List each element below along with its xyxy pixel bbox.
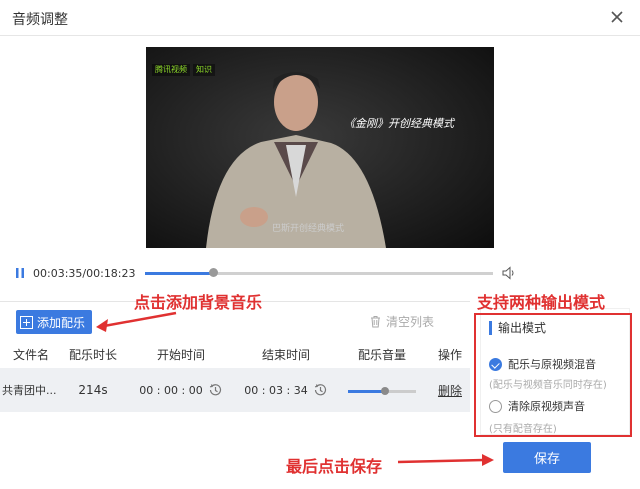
close-icon[interactable]	[606, 6, 628, 28]
header-filename: 文件名	[12, 347, 49, 362]
save-button[interactable]: 保存	[503, 442, 591, 473]
header-start: 开始时间	[156, 347, 205, 362]
row-start-time: 00 : 00 : 00	[139, 383, 203, 397]
annotation-highlight-box	[474, 313, 632, 437]
header-duration: 配乐时长	[68, 347, 117, 362]
delete-link[interactable]: 删除	[438, 384, 462, 398]
window-title: 音频调整	[12, 12, 68, 28]
history-icon[interactable]	[312, 382, 328, 398]
annotation-output-modes: 支持两种输出模式	[477, 293, 606, 312]
volume-icon[interactable]	[501, 265, 517, 281]
header-action: 操作	[437, 347, 462, 362]
playback-bar: 00:03:35/00:18:23	[0, 262, 640, 286]
header-volume: 配乐音量	[357, 347, 406, 362]
seek-progress	[145, 272, 213, 275]
add-music-button[interactable]: 添加配乐	[16, 310, 92, 334]
row-duration: 214s	[78, 383, 108, 397]
playback-time: 00:03:35/00:18:23	[33, 267, 136, 280]
clear-list-label: 清空列表	[386, 315, 435, 329]
table-header: 文件名 配乐时长 开始时间 结束时间 配乐音量 操作	[0, 343, 470, 365]
end-time-field[interactable]: 00 : 03 : 34	[244, 382, 327, 398]
row-filename: 共青团中...	[2, 384, 57, 397]
video-overlay-title: 《金刚》开创经典模式	[344, 117, 454, 130]
plus-icon	[20, 315, 33, 329]
video-frame	[146, 47, 494, 248]
volume-fill	[348, 389, 386, 393]
watermark-brand: 腾讯视频	[152, 64, 190, 76]
video-watermark: 腾讯视频 知识	[152, 64, 215, 76]
pause-icon[interactable]	[14, 267, 26, 279]
seek-bar[interactable]	[145, 272, 493, 275]
start-time-field[interactable]: 00 : 00 : 00	[139, 382, 222, 398]
row-end-time: 00 : 03 : 34	[244, 383, 308, 397]
music-table: 文件名 配乐时长 开始时间 结束时间 配乐音量 操作 共青团中... 214s …	[0, 343, 470, 412]
video-preview[interactable]: 腾讯视频 知识 《金刚》开创经典模式 巴斯开创经典模式	[146, 47, 494, 248]
history-icon[interactable]	[207, 382, 223, 398]
annotation-add-music: 点击添加背景音乐	[134, 293, 263, 312]
annotation-save: 最后点击保存	[286, 457, 383, 476]
video-subtitle: 巴斯开创经典模式	[272, 224, 345, 234]
clear-list-button[interactable]: 清空列表	[369, 313, 434, 330]
volume-handle[interactable]	[381, 386, 390, 395]
seek-handle[interactable]	[208, 268, 218, 277]
watermark-tag: 知识	[193, 64, 215, 76]
title-bar: 音频调整	[0, 0, 640, 36]
header-end: 结束时间	[261, 347, 310, 362]
add-music-label: 添加配乐	[37, 315, 86, 330]
music-volume-slider[interactable]	[348, 385, 416, 397]
table-row[interactable]: 共青团中... 214s 00 : 00 : 00 00 : 03 : 34 删…	[0, 368, 470, 412]
trash-icon	[371, 316, 380, 328]
